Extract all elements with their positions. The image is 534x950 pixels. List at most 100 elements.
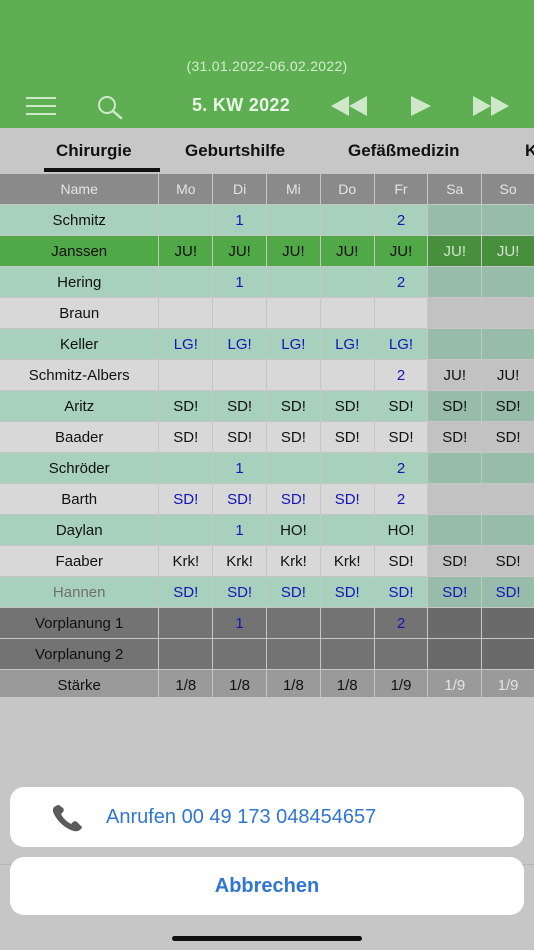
table-row[interactable]: Schmitz-Albers 2 JU! JU! (0, 360, 534, 391)
call-phone-button[interactable]: Anrufen 00 49 173 048454657 (10, 787, 524, 847)
schedule-cell[interactable]: HO! (374, 515, 428, 545)
schedule-cell[interactable]: SD! (213, 422, 266, 452)
table-row[interactable]: Hannen SD! SD! SD! SD! SD! SD! SD! (0, 577, 534, 608)
schedule-cell[interactable] (428, 453, 482, 483)
schedule-cell[interactable]: LG! (267, 329, 320, 359)
schedule-cell[interactable]: SD! (374, 422, 428, 452)
schedule-cell[interactable]: LG! (374, 329, 428, 359)
schedule-cell[interactable] (159, 267, 213, 297)
schedule-cell[interactable]: SD! (159, 422, 213, 452)
hamburger-menu-icon[interactable] (26, 97, 56, 115)
schedule-cell[interactable]: SD! (159, 577, 213, 607)
schedule-cell[interactable] (159, 453, 213, 483)
schedule-cell[interactable]: SD! (320, 577, 374, 607)
schedule-cell[interactable] (482, 515, 534, 545)
schedule-cell[interactable]: SD! (213, 391, 266, 421)
schedule-cell[interactable]: 1 (213, 267, 266, 297)
schedule-cell[interactable]: HO! (267, 515, 320, 545)
schedule-cell[interactable]: Krk! (213, 546, 266, 576)
schedule-cell[interactable] (320, 298, 374, 328)
schedule-cell[interactable] (482, 329, 534, 359)
schedule-cell[interactable] (428, 608, 482, 638)
table-row[interactable]: Schröder 1 2 (0, 453, 534, 484)
schedule-cell[interactable]: Krk! (320, 546, 374, 576)
schedule-cell[interactable] (267, 639, 320, 669)
schedule-cell[interactable] (482, 298, 534, 328)
table-row[interactable]: Schmitz 1 2 (0, 205, 534, 236)
schedule-cell[interactable] (159, 205, 213, 235)
play-icon[interactable] (410, 96, 432, 116)
schedule-cell[interactable] (213, 298, 266, 328)
schedule-cell[interactable] (482, 639, 534, 669)
table-row[interactable]: Hering 1 2 (0, 267, 534, 298)
schedule-cell[interactable]: 1 (213, 453, 266, 483)
table-row[interactable]: Braun (0, 298, 534, 329)
schedule-cell[interactable]: SD! (159, 391, 213, 421)
schedule-cell[interactable] (428, 484, 482, 514)
schedule-cell[interactable] (482, 267, 534, 297)
schedule-cell[interactable]: 2 (374, 608, 428, 638)
schedule-cell[interactable]: 1 (213, 205, 266, 235)
schedule-cell[interactable]: 1 (213, 608, 266, 638)
tab-chirurgie[interactable]: Chirurgie (56, 141, 132, 161)
schedule-cell[interactable]: 2 (374, 267, 428, 297)
schedule-cell[interactable]: SD! (428, 546, 482, 576)
table-row[interactable]: Keller LG! LG! LG! LG! LG! (0, 329, 534, 360)
schedule-cell[interactable]: JU! (267, 236, 320, 266)
schedule-cell[interactable] (159, 639, 213, 669)
schedule-cell[interactable] (320, 515, 374, 545)
schedule-cell[interactable] (374, 298, 428, 328)
schedule-cell[interactable] (213, 360, 266, 390)
schedule-cell[interactable] (267, 608, 320, 638)
schedule-cell[interactable]: SD! (159, 484, 213, 514)
table-row[interactable]: Barth SD! SD! SD! SD! 2 (0, 484, 534, 515)
schedule-cell[interactable] (482, 484, 534, 514)
schedule-cell[interactable]: SD! (320, 484, 374, 514)
schedule-cell[interactable] (267, 298, 320, 328)
schedule-cell[interactable] (428, 329, 482, 359)
table-row[interactable]: Daylan 1 HO! HO! (0, 515, 534, 546)
schedule-cell[interactable]: SD! (320, 422, 374, 452)
schedule-cell[interactable]: JU! (159, 236, 213, 266)
schedule-cell[interactable] (159, 515, 213, 545)
table-row[interactable]: Aritz SD! SD! SD! SD! SD! SD! SD! (0, 391, 534, 422)
schedule-cell[interactable]: JU! (374, 236, 428, 266)
schedule-cell[interactable]: SD! (428, 422, 482, 452)
schedule-cell[interactable] (267, 267, 320, 297)
schedule-cell[interactable] (320, 360, 374, 390)
schedule-cell[interactable] (428, 639, 482, 669)
schedule-cell[interactable] (159, 298, 213, 328)
schedule-cell[interactable]: SD! (267, 391, 320, 421)
schedule-cell[interactable] (428, 205, 482, 235)
schedule-cell[interactable]: SD! (482, 391, 534, 421)
schedule-cell[interactable]: JU! (428, 236, 482, 266)
schedule-cell[interactable]: JU! (213, 236, 266, 266)
schedule-cell[interactable]: SD! (374, 391, 428, 421)
schedule-cell[interactable] (320, 267, 374, 297)
schedule-cell[interactable] (267, 360, 320, 390)
schedule-cell[interactable] (482, 453, 534, 483)
schedule-cell[interactable]: JU! (482, 236, 534, 266)
schedule-cell[interactable]: 1 (213, 515, 266, 545)
schedule-cell[interactable] (320, 639, 374, 669)
schedule-cell[interactable]: 2 (374, 205, 428, 235)
search-icon[interactable] (96, 94, 124, 120)
schedule-cell[interactable]: JU! (428, 360, 482, 390)
schedule-cell[interactable]: LG! (159, 329, 213, 359)
schedule-cell[interactable]: LG! (213, 329, 266, 359)
table-row[interactable]: Faaber Krk! Krk! Krk! Krk! SD! SD! SD! (0, 546, 534, 577)
schedule-cell[interactable]: SD! (213, 484, 266, 514)
schedule-cell[interactable]: 2 (374, 453, 428, 483)
schedule-cell[interactable]: SD! (267, 577, 320, 607)
schedule-cell[interactable]: SD! (267, 422, 320, 452)
tab-geburtshilfe[interactable]: Geburtshilfe (185, 141, 285, 161)
schedule-cell[interactable]: SD! (482, 546, 534, 576)
schedule-cell[interactable]: Krk! (267, 546, 320, 576)
schedule-cell[interactable] (213, 639, 266, 669)
schedule-cell[interactable] (267, 205, 320, 235)
schedule-cell[interactable] (320, 205, 374, 235)
schedule-cell[interactable] (320, 453, 374, 483)
schedule-cell[interactable] (159, 360, 213, 390)
schedule-cell[interactable] (374, 639, 428, 669)
schedule-cell[interactable]: JU! (320, 236, 374, 266)
